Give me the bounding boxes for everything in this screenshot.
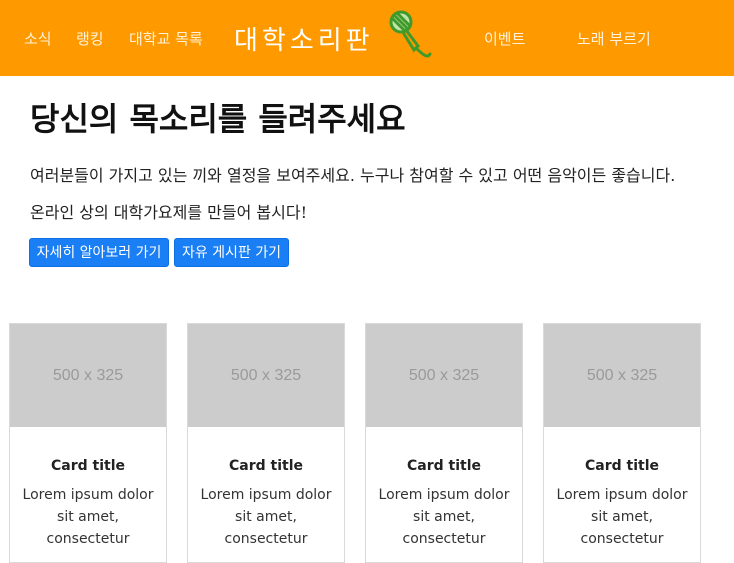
card-title: Card title bbox=[407, 458, 481, 474]
free-board-button[interactable]: 자유 게시판 가기 bbox=[174, 238, 289, 267]
nav-link-ranking[interactable]: 랭킹 bbox=[76, 28, 104, 49]
card-image-placeholder: 500 x 325 bbox=[544, 324, 700, 427]
card-image-placeholder: 500 x 325 bbox=[366, 324, 522, 427]
brand-name: 대학소리판 bbox=[234, 26, 374, 56]
card[interactable]: 500 x 325 Card title Lorem ipsum dolor s… bbox=[187, 323, 345, 563]
card-title: Card title bbox=[585, 458, 659, 474]
card-text: Lorem ipsum dolor sit amet, consectetur bbox=[22, 487, 154, 547]
card-image-placeholder: 500 x 325 bbox=[188, 324, 344, 427]
card[interactable]: 500 x 325 Card title Lorem ipsum dolor s… bbox=[365, 323, 523, 563]
card-title: Card title bbox=[51, 458, 125, 474]
nav-link-sing[interactable]: 노래 부르기 bbox=[577, 28, 651, 49]
card[interactable]: 500 x 325 Card title Lorem ipsum dolor s… bbox=[543, 323, 701, 563]
top-navbar: 소식 랭킹 대학교 목록 대학소리판 이벤트 노래 부르기 bbox=[0, 0, 734, 76]
nav-link-university-list[interactable]: 대학교 목록 bbox=[129, 28, 203, 49]
card[interactable]: 500 x 325 Card title Lorem ipsum dolor s… bbox=[9, 323, 167, 563]
learn-more-button[interactable]: 자세히 알아보러 가기 bbox=[29, 238, 169, 267]
hero-description-line-2: 온라인 상의 대학가요제를 만들어 봅시다! bbox=[30, 203, 308, 222]
nav-link-news[interactable]: 소식 bbox=[24, 28, 52, 49]
microphone-icon bbox=[389, 10, 432, 58]
card-text: Lorem ipsum dolor sit amet, consectetur bbox=[378, 487, 510, 547]
nav-link-events[interactable]: 이벤트 bbox=[484, 28, 525, 49]
card-title: Card title bbox=[229, 458, 303, 474]
card-image-placeholder: 500 x 325 bbox=[10, 324, 166, 427]
card-text: Lorem ipsum dolor sit amet, consectetur bbox=[200, 487, 332, 547]
hero-title: 당신의 목소리를 들려주세요 bbox=[30, 100, 406, 138]
hero-description-line-1: 여러분들이 가지고 있는 끼와 열정을 보여주세요. 누구나 참여할 수 있고 … bbox=[30, 166, 676, 185]
card-text: Lorem ipsum dolor sit amet, consectetur bbox=[556, 487, 688, 547]
